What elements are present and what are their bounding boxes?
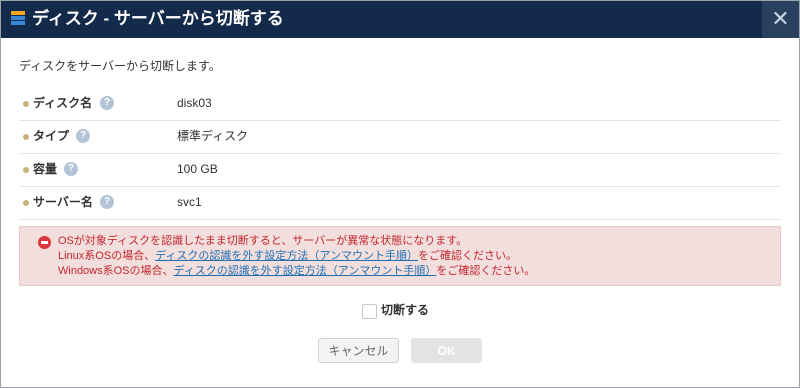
detail-row-server-name: サーバー名 ? svc1	[19, 186, 781, 220]
warning-line-windows: Windows系OSの場合、ディスクの認識を外す設定方法（アンマウント手順）をご…	[58, 264, 535, 279]
bullet-icon	[23, 200, 29, 206]
help-icon[interactable]: ?	[100, 195, 114, 209]
disk-stack-icon	[11, 11, 25, 26]
warning-text: Windows系OSの場合、	[58, 265, 174, 277]
detail-value: 標準ディスク	[177, 129, 249, 143]
detail-row-capacity: 容量 ? 100 GB	[19, 153, 781, 187]
ok-button[interactable]: OK	[411, 338, 482, 363]
warning-text: をご確認ください。	[418, 250, 517, 262]
detail-label: サーバー名	[33, 195, 93, 209]
bullet-icon	[23, 167, 29, 173]
bullet-icon	[23, 101, 29, 107]
bullet-icon	[23, 134, 29, 140]
confirm-disconnect-checkbox[interactable]	[362, 304, 377, 319]
warning-text: をご確認ください。	[436, 265, 536, 277]
detail-row-disk-name: ディスク名 ? disk03	[19, 87, 781, 121]
warning-line-linux: Linux系OSの場合、ディスクの認識を外す設定方法（アンマウント手順）をご確認…	[58, 249, 517, 264]
help-icon[interactable]: ?	[64, 162, 78, 176]
detail-label: 容量	[33, 162, 58, 176]
dialog-titlebar: ディスク - サーバーから切断する ✕	[1, 1, 799, 38]
dialog-description: ディスクをサーバーから切断します。	[19, 59, 221, 73]
help-icon[interactable]: ?	[100, 96, 114, 110]
no-entry-icon	[38, 236, 51, 249]
warning-alert: OSが対象ディスクを認識したまま切断すると、サーバーが異常な状態になります。 L…	[19, 226, 781, 286]
cancel-button[interactable]: キャンセル	[318, 338, 399, 363]
warning-text: Linux系OSの場合、	[58, 250, 156, 262]
detail-value: svc1	[177, 195, 202, 209]
detail-label: タイプ	[33, 129, 70, 143]
detail-label: ディスク名	[33, 96, 93, 110]
detail-row-type: タイプ ? 標準ディスク	[19, 120, 781, 154]
close-icon: ✕	[771, 6, 790, 31]
linux-unmount-link[interactable]: ディスクの認識を外す設定方法（アンマウント手順）	[155, 250, 418, 262]
detail-value: disk03	[177, 96, 212, 110]
confirm-disconnect-label[interactable]: 切断する	[381, 302, 429, 318]
disconnect-disk-dialog: ディスク - サーバーから切断する ✕ ディスクをサーバーから切断します。 ディ…	[0, 0, 800, 388]
help-icon[interactable]: ?	[76, 129, 90, 143]
detail-value: 100 GB	[177, 162, 218, 176]
windows-unmount-link[interactable]: ディスクの認識を外す設定方法（アンマウント手順）	[174, 265, 437, 277]
dialog-title: ディスク - サーバーから切断する	[32, 9, 284, 28]
warning-line: OSが対象ディスクを認識したまま切断すると、サーバーが異常な状態になります。	[58, 235, 468, 247]
close-button[interactable]: ✕	[762, 1, 799, 38]
